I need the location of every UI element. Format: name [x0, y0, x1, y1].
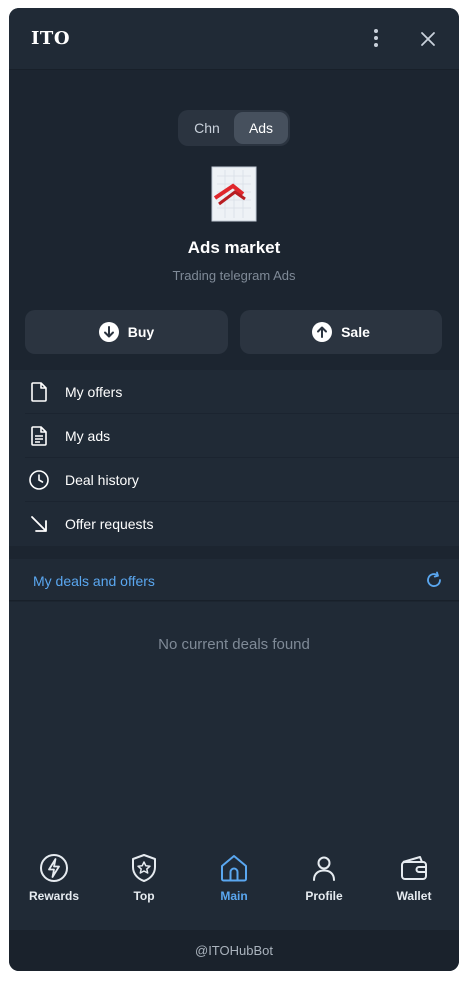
page-subtitle: Trading telegram Ads — [172, 268, 296, 283]
buy-button[interactable]: Buy — [25, 310, 228, 354]
page-title: Ads market — [187, 238, 281, 257]
segment-chn[interactable]: Chn — [180, 112, 234, 144]
tab-main[interactable]: Main — [189, 852, 279, 916]
arrow-down-circle-icon — [98, 322, 119, 342]
wallet-icon — [401, 856, 427, 880]
menu-item-label: Offer requests — [65, 516, 154, 532]
more-vertical-icon[interactable] — [365, 26, 387, 50]
tab-label: Profile — [305, 889, 343, 903]
menu-item-label: Deal history — [65, 471, 139, 488]
title-bar: ITO — [9, 8, 459, 70]
ads-market-logo-icon — [211, 166, 257, 222]
menu-item-label: My ads — [65, 427, 111, 444]
menu-item-label: My offers — [65, 383, 123, 400]
tab-top[interactable]: Top — [99, 852, 189, 916]
tab-label: Rewards — [28, 889, 80, 903]
file-icon — [31, 381, 47, 402]
menu-item-my-ads[interactable]: My ads — [25, 414, 459, 458]
menu-item-deal-history[interactable]: Deal history — [25, 458, 459, 502]
tab-rewards[interactable]: Rewards — [9, 852, 99, 916]
deals-list: No current deals found — [9, 602, 459, 842]
bottom-tab-bar: Rewards Top Main Profile Wallet — [9, 842, 459, 930]
arrow-down-right-icon — [31, 516, 47, 532]
sale-button[interactable]: Sale — [240, 310, 442, 354]
segment-ads[interactable]: Ads — [234, 112, 288, 144]
arrow-up-circle-icon — [312, 322, 333, 342]
empty-state-message: No current deals found — [158, 636, 310, 653]
deals-header: My deals and offers — [9, 559, 459, 601]
tab-profile[interactable]: Profile — [279, 852, 369, 916]
deals-title[interactable]: My deals and offers — [33, 573, 155, 589]
buy-label: Buy — [127, 324, 155, 340]
tab-wallet[interactable]: Wallet — [369, 852, 459, 916]
home-icon — [221, 855, 247, 882]
market-switch: Chn Ads — [178, 110, 290, 146]
tab-label: Main — [220, 889, 248, 903]
document-text-icon — [31, 425, 47, 446]
sale-label: Sale — [341, 324, 370, 340]
app-window: ITO Chn Ads Ads market Trading telegram … — [9, 8, 459, 971]
star-badge-icon — [132, 854, 156, 882]
market-menu: My offers My ads Deal history Offer requ… — [9, 370, 459, 546]
bot-username: @ITOHubBot — [9, 930, 459, 971]
app-title: ITO — [31, 28, 70, 49]
clock-icon — [29, 469, 49, 490]
user-icon — [313, 856, 335, 881]
menu-item-offer-requests[interactable]: Offer requests — [25, 502, 459, 546]
refresh-icon[interactable] — [425, 571, 443, 589]
tab-label: Top — [133, 889, 155, 903]
tab-label: Wallet — [396, 889, 432, 903]
menu-item-my-offers[interactable]: My offers — [25, 370, 459, 414]
close-icon[interactable] — [417, 28, 439, 50]
lightning-icon — [40, 854, 68, 882]
